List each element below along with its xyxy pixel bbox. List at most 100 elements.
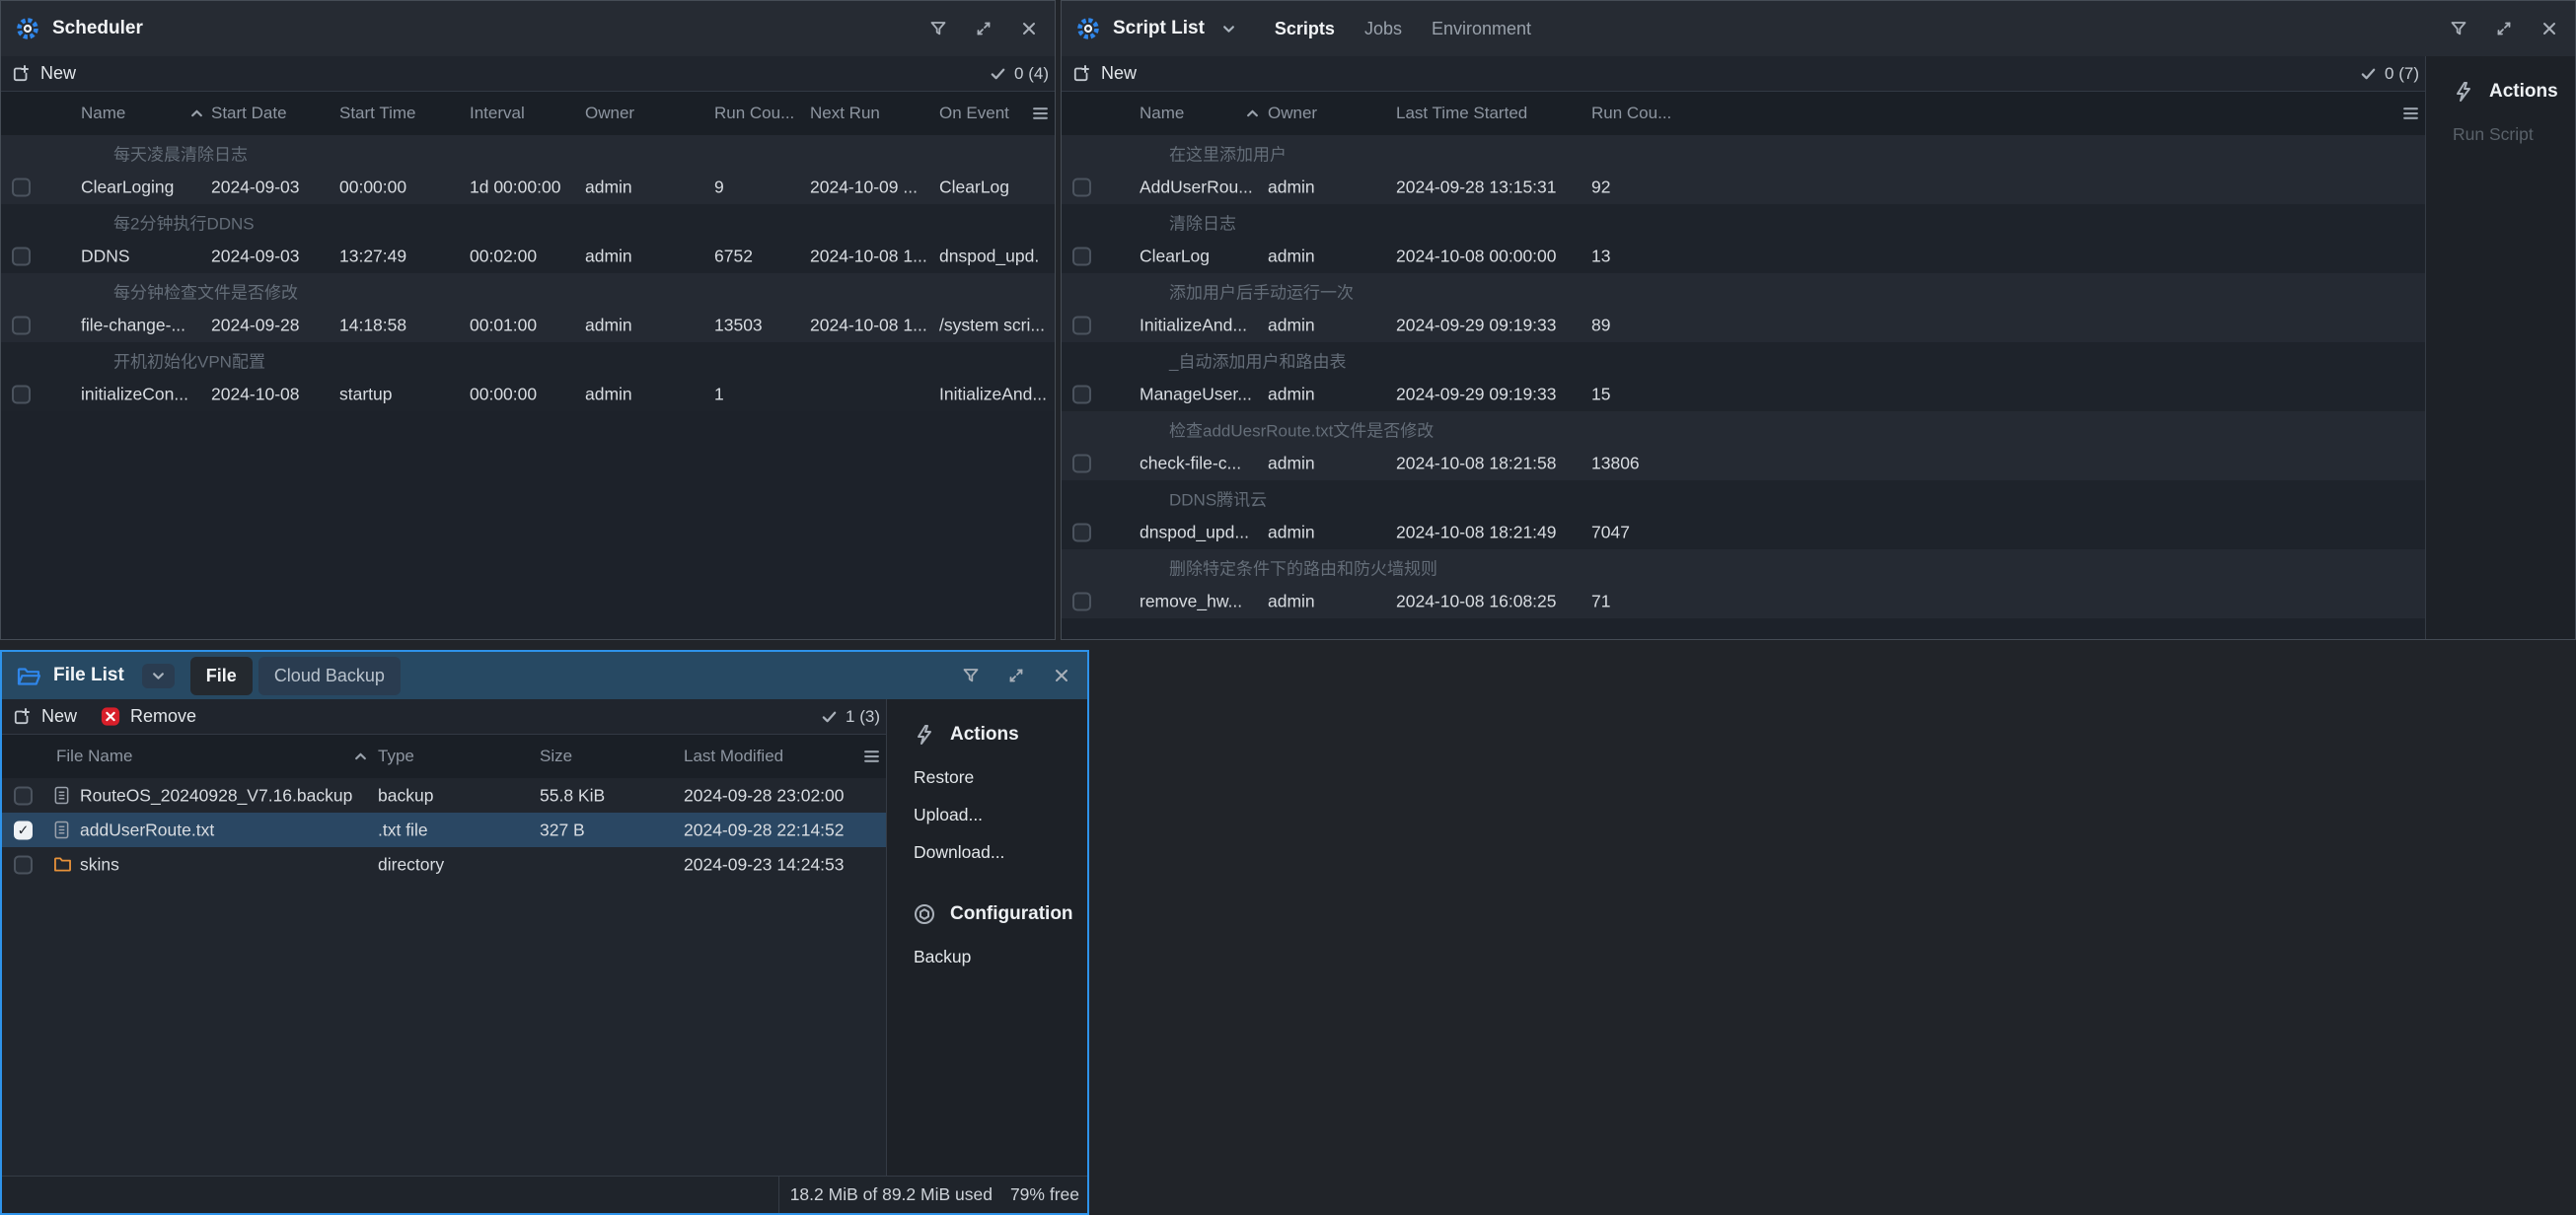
schedule-row[interactable]: initializeCon... 2024-10-08 startup 00:0… [1, 377, 1055, 411]
schedule-comment-row[interactable]: 每2分钟执行DDNS [1, 204, 1055, 239]
column-next-run[interactable]: Next Run [810, 104, 880, 123]
disk-free-text: 79% free [1010, 1184, 1079, 1205]
column-start-time[interactable]: Start Time [339, 104, 415, 123]
column-start-date[interactable]: Start Date [211, 104, 287, 123]
script-comment-row[interactable]: 清除日志 [1062, 204, 2425, 239]
remove-button[interactable]: Remove [101, 706, 196, 727]
file-row[interactable]: skins directory 2024-09-23 14:24:53 [2, 847, 886, 882]
checkmark-icon [990, 65, 1006, 82]
schedule-comment-row[interactable]: 开机初始化VPN配置 [1, 342, 1055, 377]
script-comment-row[interactable]: DDNS腾讯云 [1062, 480, 2425, 515]
tab[interactable]: Environment [1432, 19, 1531, 39]
scheduler-titlebar[interactable]: Scheduler [1, 1, 1055, 56]
column-menu-icon[interactable] [2402, 107, 2419, 121]
column-interval[interactable]: Interval [470, 104, 525, 123]
column-owner[interactable]: Owner [585, 104, 634, 123]
script-comment-row[interactable]: _自动添加用户和路由表 [1062, 342, 2425, 377]
row-checkbox[interactable] [12, 316, 31, 334]
column-name[interactable]: Name [1140, 104, 1184, 123]
selected-count[interactable]: 1 (3) [821, 699, 880, 734]
configuration-item[interactable]: Backup [887, 938, 1087, 975]
lightning-icon [913, 723, 936, 747]
schedule-row[interactable]: ClearLoging 2024-09-03 00:00:00 1d 00:00… [1, 170, 1055, 204]
row-checkbox[interactable] [1072, 592, 1091, 610]
schedule-row[interactable]: file-change-... 2024-09-28 14:18:58 00:0… [1, 308, 1055, 342]
script-row[interactable]: dnspod_upd... admin 2024-10-08 18:21:49 … [1062, 515, 2425, 549]
schedule-next-run: 2024-10-08 1... [810, 246, 927, 266]
close-icon[interactable] [1052, 666, 1071, 685]
filter-icon[interactable] [961, 666, 981, 685]
action-item[interactable]: Download... [887, 833, 1087, 871]
schedule-comment-row[interactable]: 每天凌晨清除日志 [1, 135, 1055, 170]
expand-icon[interactable] [974, 19, 994, 38]
tab[interactable]: Scripts [1275, 19, 1335, 39]
schedule-interval: 00:02:00 [470, 246, 537, 266]
close-icon[interactable] [2539, 19, 2559, 38]
row-checkbox[interactable] [12, 385, 31, 403]
actions-header: Actions [2426, 76, 2575, 107]
filter-icon[interactable] [2449, 19, 2468, 38]
chevron-down-icon[interactable] [1216, 21, 1241, 37]
script-list-titlebar[interactable]: Script List ScriptsJobsEnvironment [1062, 1, 2575, 56]
row-checkbox[interactable] [1072, 385, 1091, 403]
new-button[interactable]: New [12, 706, 77, 727]
expand-icon[interactable] [2494, 19, 2514, 38]
file-row[interactable]: RouteOS_20240928_V7.16.backup backup 55.… [2, 778, 886, 813]
schedule-comment-row[interactable]: 每分钟检查文件是否修改 [1, 273, 1055, 308]
selected-count[interactable]: 0 (7) [2360, 56, 2419, 91]
tab[interactable]: Jobs [1364, 19, 1402, 39]
script-row[interactable]: check-file-c... admin 2024-10-08 18:21:5… [1062, 446, 2425, 480]
script-row[interactable]: remove_hw... admin 2024-10-08 16:08:25 7… [1062, 584, 2425, 618]
file-row[interactable]: addUserRoute.txt .txt file 327 B 2024-09… [2, 813, 886, 847]
close-icon[interactable] [1019, 19, 1039, 38]
chevron-down-icon[interactable] [142, 664, 175, 688]
row-checkbox[interactable] [12, 178, 31, 196]
new-button[interactable]: New [1071, 63, 1137, 84]
action-item[interactable]: Upload... [887, 796, 1087, 833]
tab[interactable]: Cloud Backup [258, 657, 401, 695]
tab[interactable]: File [190, 657, 253, 695]
schedule-owner: admin [585, 246, 632, 266]
column-owner[interactable]: Owner [1268, 104, 1317, 123]
row-checkbox[interactable] [14, 855, 33, 874]
file-table-header: File Name Type Size Last Modified [2, 735, 886, 778]
new-button[interactable]: New [11, 63, 76, 84]
column-run-count[interactable]: Run Cou... [1591, 104, 1671, 123]
action-item[interactable]: Restore [887, 758, 1087, 796]
selected-count[interactable]: 0 (4) [990, 56, 1049, 91]
script-comment: DDNS腾讯云 [1169, 485, 1267, 510]
column-size[interactable]: Size [540, 747, 572, 766]
row-checkbox[interactable] [14, 821, 33, 839]
row-checkbox[interactable] [1072, 247, 1091, 265]
row-checkbox[interactable] [1072, 178, 1091, 196]
expand-icon[interactable] [1006, 666, 1026, 685]
schedule-row[interactable]: DDNS 2024-09-03 13:27:49 00:02:00 admin … [1, 239, 1055, 273]
script-row[interactable]: AddUserRou... admin 2024-09-28 13:15:31 … [1062, 170, 2425, 204]
column-menu-icon[interactable] [863, 750, 880, 764]
script-comment-row[interactable]: 检查addUesrRoute.txt文件是否修改 [1062, 411, 2425, 446]
column-last-time-started[interactable]: Last Time Started [1396, 104, 1527, 123]
script-comment-row[interactable]: 添加用户后手动运行一次 [1062, 273, 2425, 308]
filter-icon[interactable] [928, 19, 948, 38]
action-run-script[interactable]: Run Script [2426, 115, 2575, 153]
row-checkbox[interactable] [1072, 316, 1091, 334]
file-list-titlebar[interactable]: File List FileCloud Backup [2, 652, 1087, 699]
column-menu-icon[interactable] [1032, 107, 1049, 121]
column-type[interactable]: Type [378, 747, 414, 766]
script-row[interactable]: ClearLog admin 2024-10-08 00:00:00 13 [1062, 239, 2425, 273]
column-name[interactable]: Name [81, 104, 125, 123]
actions-items: Run Script [2426, 115, 2575, 153]
column-file-name[interactable]: File Name [56, 747, 132, 766]
script-comment-row[interactable]: 删除特定条件下的路由和防火墙规则 [1062, 549, 2425, 584]
script-row[interactable]: InitializeAnd... admin 2024-09-29 09:19:… [1062, 308, 2425, 342]
row-checkbox[interactable] [12, 247, 31, 265]
row-checkbox[interactable] [14, 786, 33, 805]
script-comment: 清除日志 [1169, 209, 1236, 234]
column-run-count[interactable]: Run Cou... [714, 104, 794, 123]
script-row[interactable]: ManageUser... admin 2024-09-29 09:19:33 … [1062, 377, 2425, 411]
column-on-event[interactable]: On Event [939, 104, 1009, 123]
script-comment-row[interactable]: 在这里添加用户 [1062, 135, 2425, 170]
column-last-modified[interactable]: Last Modified [684, 747, 783, 766]
row-checkbox[interactable] [1072, 454, 1091, 472]
row-checkbox[interactable] [1072, 523, 1091, 541]
